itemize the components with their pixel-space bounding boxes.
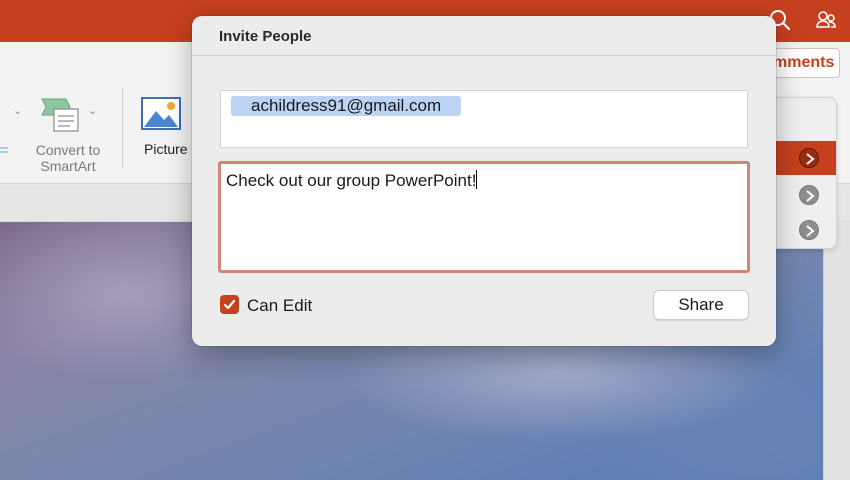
people-icon[interactable] xyxy=(814,8,838,32)
dialog-title: Invite People xyxy=(219,28,312,45)
chevron-right-icon[interactable] xyxy=(799,185,819,205)
chevron-down-icon[interactable]: ⌄ xyxy=(13,104,22,117)
can-edit-checkbox[interactable] xyxy=(220,295,239,314)
smartart-label-line2: SmartArt xyxy=(40,158,96,174)
recipient-email-chip[interactable]: achildress91@gmail.com xyxy=(231,96,462,116)
right-scroll-area xyxy=(823,222,850,480)
dialog-header: Invite People xyxy=(192,16,776,56)
picture-icon xyxy=(141,97,181,130)
picture-label: Picture xyxy=(144,141,188,157)
chevron-down-icon[interactable]: ⌄ xyxy=(88,104,97,117)
text-caret xyxy=(476,170,478,189)
smartart-label-line1: Convert to xyxy=(35,142,101,158)
invite-people-dialog: Invite People achildress91@gmail.com Che… xyxy=(192,16,776,346)
smartart-icon xyxy=(41,98,79,132)
message-text: Check out our group PowerPoint! xyxy=(226,170,478,191)
recipients-field[interactable]: achildress91@gmail.com xyxy=(220,90,748,148)
message-field[interactable]: Check out our group PowerPoint! xyxy=(218,161,750,273)
chevron-right-icon[interactable] xyxy=(799,220,819,240)
chevron-right-icon[interactable] xyxy=(799,148,819,168)
share-button[interactable]: Share xyxy=(653,290,749,320)
list-icon xyxy=(0,147,8,153)
message-value: Check out our group PowerPoint! xyxy=(226,171,477,190)
comments-button[interactable]: mments xyxy=(772,48,840,78)
smartart-label: Convert to SmartArt xyxy=(28,142,108,174)
ribbon-divider xyxy=(122,88,123,168)
can-edit-label[interactable]: Can Edit xyxy=(247,296,312,316)
checkmark-icon xyxy=(223,299,236,310)
comments-label: mments xyxy=(773,54,835,71)
